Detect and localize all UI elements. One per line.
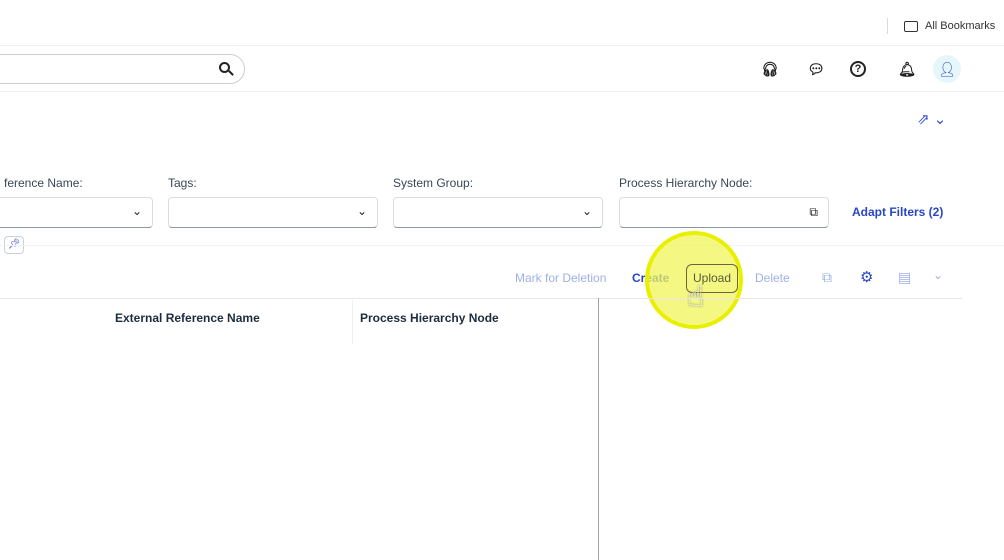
headset-icon[interactable]: 🎧︎ [759, 58, 781, 80]
adapt-filters-button[interactable]: Adapt Filters (2) [852, 205, 943, 219]
copy-icon[interactable]: ⧉ [822, 269, 832, 286]
system-group-select[interactable]: ⌄ [393, 197, 603, 228]
chevron-down-icon: ⌄ [581, 204, 592, 218]
shell-bar: 🎧︎ 💬︎ ? 🔔︎ 👤︎ [0, 46, 1004, 92]
folder-icon [904, 21, 918, 32]
hand-cursor-icon: ☝︎ [687, 281, 705, 312]
process-hierarchy-node-input[interactable]: ⧉ [619, 197, 829, 228]
delete-button[interactable]: Delete [755, 271, 790, 285]
column-header[interactable]: External Reference Name [115, 311, 260, 325]
share-icon[interactable]: ⇗ ⌄ [917, 110, 946, 128]
divider [0, 245, 1004, 246]
gear-icon[interactable]: ⚙ [860, 268, 873, 286]
user-icon[interactable]: 👤︎ [933, 55, 961, 83]
divider [887, 18, 888, 34]
tags-select[interactable]: ⌄ [168, 197, 378, 228]
filter-label: ference Name: [4, 176, 83, 190]
feedback-icon[interactable]: 💬︎ [805, 58, 827, 80]
mark-for-deletion-button[interactable]: Mark for Deletion [515, 271, 606, 285]
chevron-down-icon: ⌄ [356, 204, 367, 218]
search-icon[interactable] [219, 62, 230, 73]
filter-label: System Group: [393, 176, 474, 190]
filter-label: Tags: [168, 176, 197, 190]
chevron-down-icon: ⌄ [131, 204, 142, 218]
divider [0, 298, 962, 299]
external-reference-name-select[interactable]: ⌄ [0, 197, 153, 228]
all-bookmarks-link[interactable]: All Bookmarks [925, 20, 995, 32]
divider [352, 300, 353, 344]
help-icon[interactable]: ? [850, 61, 866, 77]
value-help-icon[interactable]: ⧉ [809, 205, 818, 220]
search-input[interactable] [0, 54, 245, 84]
filter-label: Process Hierarchy Node: [619, 176, 753, 190]
column-resizer[interactable] [598, 298, 599, 560]
export-icon[interactable]: ▤ [898, 269, 911, 286]
bell-icon[interactable]: 🔔︎ [896, 58, 918, 80]
column-header[interactable]: Process Hierarchy Node [360, 311, 499, 325]
chevron-down-icon[interactable]: ⌄ [933, 268, 943, 282]
bookmarks-bar: All Bookmarks [0, 0, 1004, 46]
